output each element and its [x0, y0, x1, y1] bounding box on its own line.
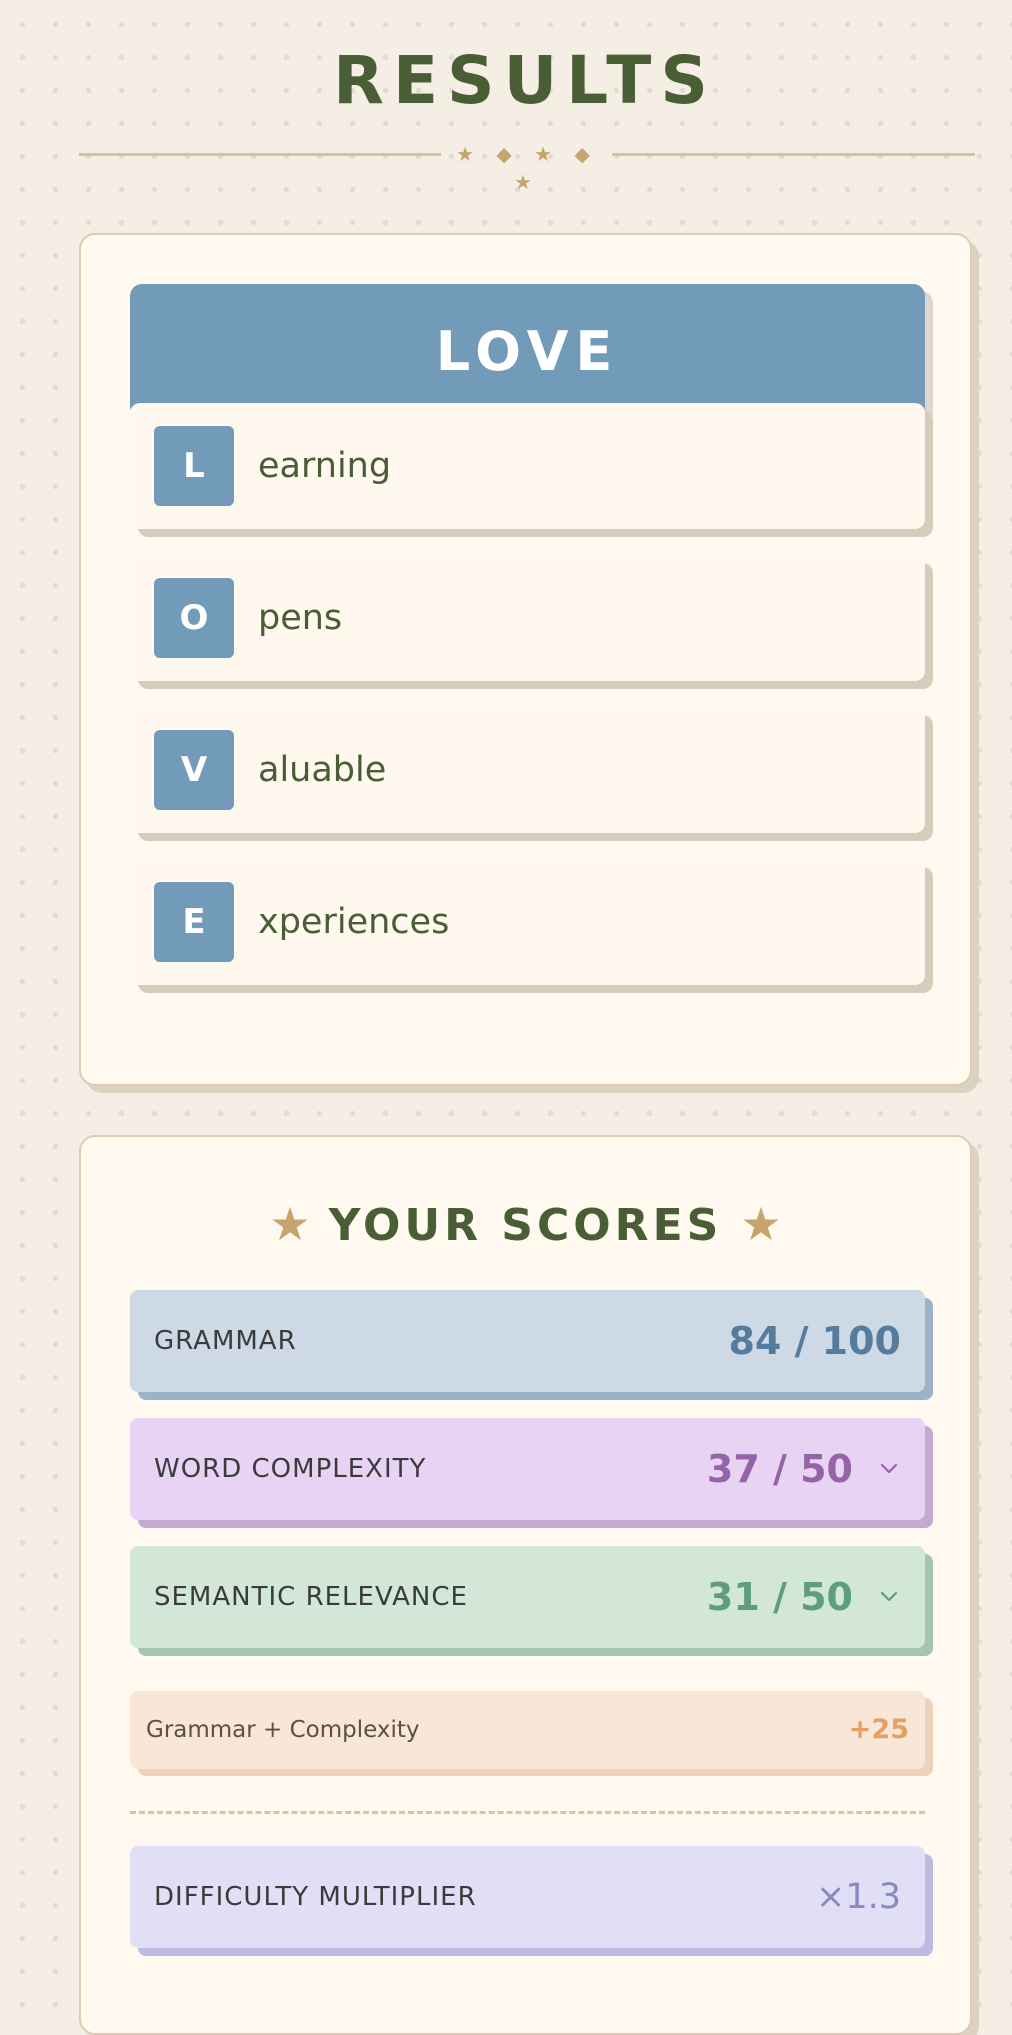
divider-line-right: [612, 153, 975, 156]
acrostic-word: aluable: [258, 750, 387, 790]
divider-ornament: ★ ◆ ★ ◆ ★: [456, 142, 598, 194]
semantic-relevance-value: 31 / 50: [706, 1575, 853, 1619]
chevron-down-icon[interactable]: [879, 1586, 899, 1606]
word-complexity-value: 37 / 50: [706, 1447, 853, 1491]
difficulty-multiplier-row: DIFFICULTY MULTIPLIER ×1.3: [130, 1846, 925, 1948]
title-divider: ★ ◆ ★ ◆ ★: [79, 140, 975, 194]
chevron-down-icon[interactable]: [879, 1458, 899, 1478]
acrostic-row: O pens: [130, 555, 925, 681]
grammar-label: GRAMMAR: [154, 1326, 297, 1356]
word-complexity-label: WORD COMPLEXITY: [154, 1454, 427, 1484]
letter-tile: O: [154, 578, 234, 658]
acrostic-card: LOVE L earning O pens V aluable E xperie…: [79, 233, 972, 1086]
difficulty-multiplier-value: ×1.3: [816, 1877, 901, 1917]
divider-line-left: [79, 153, 441, 156]
acrostic-word: xperiences: [258, 902, 450, 942]
star-icon: ★: [740, 1197, 782, 1251]
scores-heading: ★ YOUR SCORES ★: [81, 1189, 970, 1261]
dashed-divider: [130, 1811, 925, 1814]
acrostic-row: L earning: [130, 403, 925, 529]
acrostic-row: E xperiences: [130, 859, 925, 985]
difficulty-multiplier-label: DIFFICULTY MULTIPLIER: [154, 1882, 477, 1912]
semantic-relevance-label: SEMANTIC RELEVANCE: [154, 1582, 468, 1612]
scores-title: YOUR SCORES: [328, 1200, 723, 1251]
word-banner: LOVE: [130, 284, 925, 419]
bonus-value: +25: [848, 1714, 909, 1745]
acrostic-word: pens: [258, 598, 343, 638]
semantic-relevance-score-row[interactable]: SEMANTIC RELEVANCE 31 / 50: [130, 1546, 925, 1648]
acrostic-word: earning: [258, 446, 392, 486]
scores-card: ★ YOUR SCORES ★ GRAMMAR 84 / 100 WORD COMP…: [79, 1135, 972, 2035]
grammar-score-row: GRAMMAR 84 / 100: [130, 1290, 925, 1392]
letter-tile: E: [154, 882, 234, 962]
acrostic-row: V aluable: [130, 707, 925, 833]
bonus-label: Grammar + Complexity: [146, 1717, 420, 1743]
grammar-value: 84 / 100: [728, 1319, 901, 1363]
word-complexity-score-row[interactable]: WORD COMPLEXITY 37 / 50: [130, 1418, 925, 1520]
star-icon: ★: [269, 1197, 311, 1251]
bonus-row: Grammar + Complexity +25: [130, 1691, 925, 1769]
letter-tile: V: [154, 730, 234, 810]
page-title: RESULTS: [333, 42, 717, 119]
letter-tile: L: [154, 426, 234, 506]
